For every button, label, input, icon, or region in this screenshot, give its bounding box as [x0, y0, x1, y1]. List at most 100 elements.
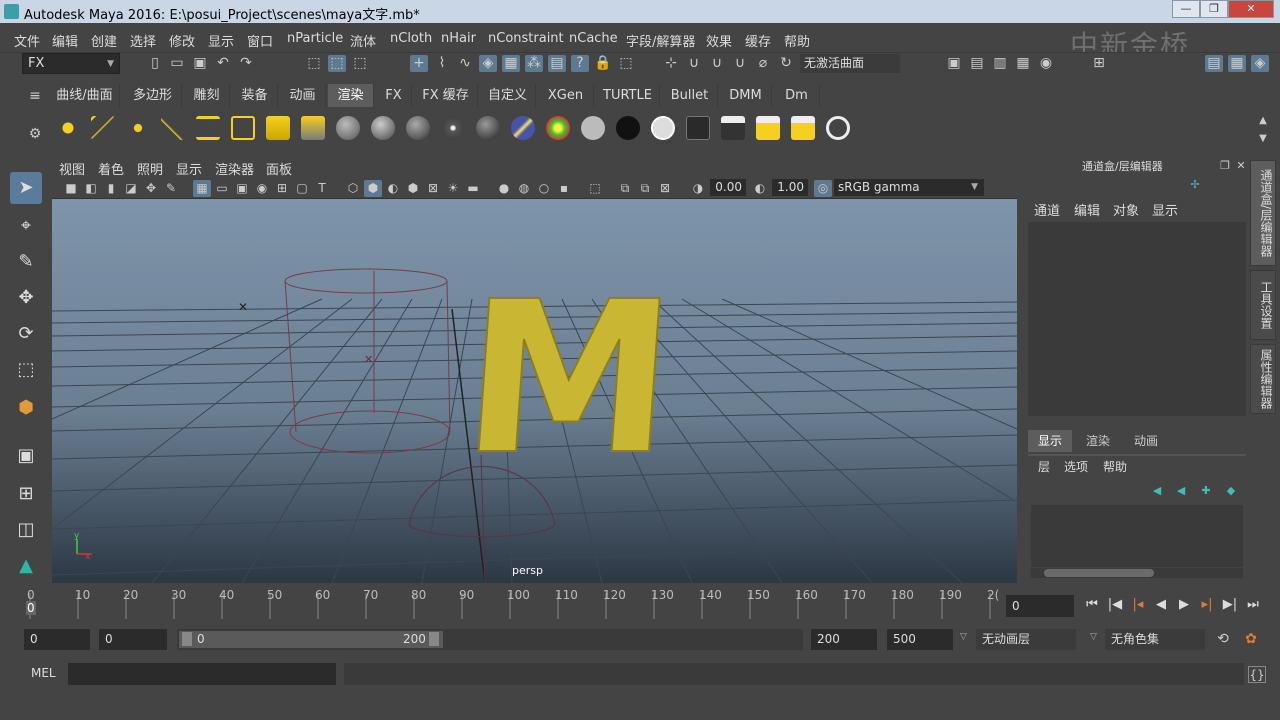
range-end-handle[interactable]: [429, 632, 439, 646]
wireframe-on-shaded-icon[interactable]: ⬢: [404, 180, 422, 197]
select-by-deformation-icon[interactable]: ▦: [502, 55, 520, 72]
shelf-options-icon[interactable]: ⚙: [26, 126, 44, 143]
snap-live-icon[interactable]: ⌀: [754, 55, 772, 72]
white-shader-icon[interactable]: [651, 116, 675, 140]
select-by-dynamics-icon[interactable]: ⁂: [525, 55, 543, 72]
resolution-gate-icon[interactable]: ▣: [233, 180, 251, 197]
xray-icon[interactable]: ⧉: [616, 180, 634, 197]
render-view-shelf-icon[interactable]: [721, 116, 745, 140]
snap-point-icon[interactable]: ∪: [708, 55, 726, 72]
panel-menu-panels[interactable]: 面板: [266, 159, 292, 178]
shelf-tab-sculpting[interactable]: 雕刻: [184, 84, 230, 107]
shelf-tab-rendering[interactable]: 渲染: [328, 84, 374, 107]
layer-menu-help[interactable]: 帮助: [1103, 458, 1127, 475]
move-layer-down-icon[interactable]: ◀: [1172, 482, 1190, 499]
new-scene-icon[interactable]: ▯: [146, 55, 164, 72]
highlight-selection-icon[interactable]: ⬚: [617, 55, 635, 72]
perspective-viewport[interactable]: ✕ ✕ M y x: [52, 199, 1017, 583]
xray-joints-icon[interactable]: ⊠: [656, 180, 674, 197]
grease-pencil-icon[interactable]: ✎: [162, 180, 180, 197]
undo-icon[interactable]: ↶: [214, 55, 232, 72]
render-settings-shelf-icon[interactable]: [756, 116, 780, 140]
shelf-scroll-up-icon[interactable]: ▲: [1254, 112, 1272, 129]
layer-menu-layers[interactable]: 层: [1038, 458, 1050, 475]
render-settings-icon[interactable]: ▦: [1014, 55, 1032, 72]
layer-list[interactable]: [1031, 505, 1243, 567]
move-layer-up-icon[interactable]: ◀: [1148, 482, 1166, 499]
safe-title-icon[interactable]: T: [313, 180, 331, 197]
screen-space-ao-icon[interactable]: ●: [495, 180, 513, 197]
panel-menu-show[interactable]: 显示: [176, 159, 202, 178]
select-component-icon[interactable]: ⬚: [351, 55, 369, 72]
end-time-field[interactable]: 500: [887, 629, 953, 650]
xray-active-components-icon[interactable]: ⧉: [636, 180, 654, 197]
live-surface-field[interactable]: 无激活曲面: [800, 54, 900, 73]
menu-select[interactable]: 选择: [130, 31, 156, 50]
paint-select-tool-icon[interactable]: ✎: [10, 246, 42, 278]
menu-ncache[interactable]: nCache: [569, 31, 618, 46]
image-plane-icon[interactable]: ◪: [122, 180, 140, 197]
four-pane-layout-icon[interactable]: ⊞: [10, 478, 42, 510]
range-start-handle[interactable]: [182, 632, 192, 646]
auto-key-icon[interactable]: ⟲: [1214, 631, 1232, 648]
shelf-tab-rigging[interactable]: 装备: [232, 84, 278, 107]
menu-set-select[interactable]: FX ▼: [22, 53, 120, 74]
gamma-icon[interactable]: ◐: [751, 180, 769, 197]
rotate-tool-icon[interactable]: ⟳: [10, 318, 42, 350]
menu-nconstraint[interactable]: nConstraint: [488, 31, 564, 46]
hypershade-shelf-icon[interactable]: [686, 116, 710, 140]
playback-end-field[interactable]: 200: [811, 629, 877, 650]
lambert-material-icon[interactable]: [371, 116, 395, 140]
anim-layer-chevron-icon[interactable]: ▽: [960, 632, 967, 642]
menu-nhair[interactable]: nHair: [441, 31, 476, 46]
phong-e-material-icon[interactable]: [441, 116, 465, 140]
select-by-curve-icon[interactable]: ∿: [456, 55, 474, 72]
command-input[interactable]: [68, 663, 336, 685]
batch-render-icon[interactable]: [826, 116, 850, 140]
layer-tab-display[interactable]: 显示: [1028, 430, 1072, 452]
spot-light-icon[interactable]: [161, 116, 185, 140]
playback-start-field[interactable]: 0: [99, 629, 167, 650]
snap-grid-icon[interactable]: ⊹: [662, 55, 680, 72]
anisotropic-material-icon[interactable]: [476, 116, 500, 140]
make-live-icon[interactable]: ↻: [777, 55, 795, 72]
view-transform-icon[interactable]: ◎: [814, 180, 832, 197]
step-back-frame-icon[interactable]: |◀: [1105, 595, 1125, 615]
select-by-joint-icon[interactable]: ⌇: [433, 55, 451, 72]
new-layer-icon[interactable]: ✚: [1197, 482, 1215, 499]
manipulator-icon[interactable]: ✢: [1186, 176, 1204, 193]
exposure-icon[interactable]: ◑: [689, 180, 707, 197]
select-by-handle-icon[interactable]: +: [410, 55, 428, 72]
ambient-light-icon[interactable]: [56, 116, 80, 140]
save-scene-icon[interactable]: ▣: [191, 55, 209, 72]
smooth-shade-icon[interactable]: ⬢: [364, 180, 382, 197]
current-frame-marker[interactable]: 0: [26, 601, 36, 615]
menu-create[interactable]: 创建: [91, 31, 117, 50]
menu-modify[interactable]: 修改: [169, 31, 195, 50]
single-pane-layout-icon[interactable]: ▣: [10, 440, 42, 472]
shelf-tab-xgen[interactable]: XGen: [538, 84, 594, 107]
panel-menu-renderer[interactable]: 渲染器: [215, 159, 254, 178]
surface-shader-icon[interactable]: [546, 116, 570, 140]
wireframe-icon[interactable]: ⬡: [344, 180, 362, 197]
lasso-tool-icon[interactable]: ⌖: [10, 210, 42, 242]
anim-layer-select[interactable]: 无动画层: [976, 629, 1076, 650]
menu-effects[interactable]: 效果: [706, 31, 732, 50]
channel-menu-object[interactable]: 对象: [1113, 200, 1139, 219]
ramp-shader-icon[interactable]: [511, 116, 535, 140]
range-slider[interactable]: 0 200: [177, 629, 803, 650]
redo-icon[interactable]: ↷: [237, 55, 255, 72]
directional-light-icon[interactable]: [91, 116, 115, 140]
hypershade-icon[interactable]: ◉: [1037, 55, 1055, 72]
open-scene-icon[interactable]: ▭: [168, 55, 186, 72]
shelf-tab-fx-cache[interactable]: FX 缓存: [414, 84, 478, 107]
step-back-key-icon[interactable]: |◂: [1128, 595, 1148, 615]
select-by-rendering-icon[interactable]: ▤: [548, 55, 566, 72]
character-set-select[interactable]: 无角色集: [1105, 629, 1205, 650]
shelf-tab-polygons[interactable]: 多边形: [124, 84, 182, 107]
panel-menu-view[interactable]: 视图: [59, 159, 85, 178]
current-frame-field[interactable]: 0: [1006, 595, 1074, 617]
shelf-scroll-down-icon[interactable]: ▼: [1254, 130, 1272, 147]
field-chart-icon[interactable]: ⊞: [273, 180, 291, 197]
blinn-material-icon[interactable]: [336, 116, 360, 140]
